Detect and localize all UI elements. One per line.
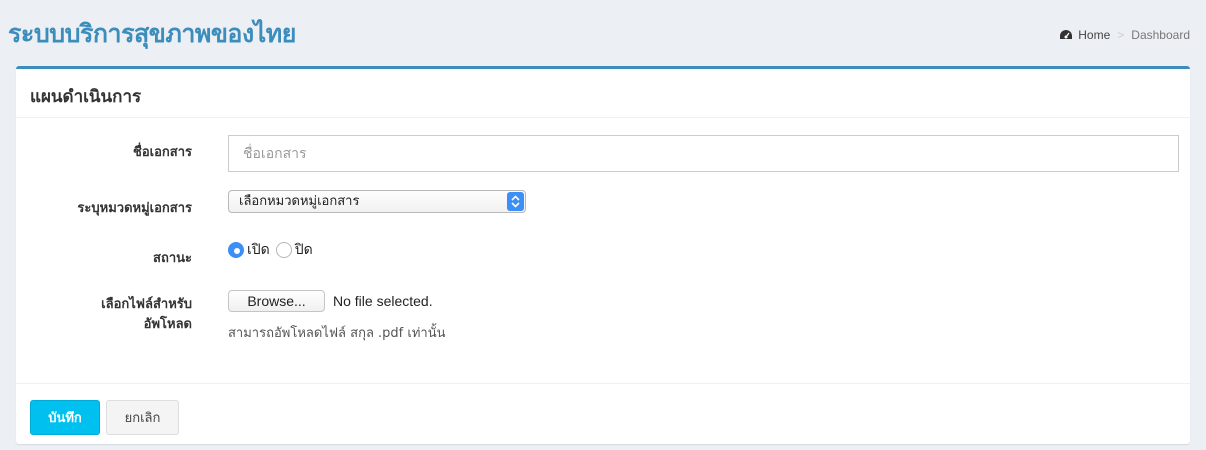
cancel-button[interactable]: ยกเลิก [106, 400, 179, 435]
upload-label: เลือกไฟล์สำหรับ อัพโหลด [22, 295, 192, 335]
doc-name-label: ชื่อเอกสาร [133, 145, 192, 160]
dashboard-icon [1060, 30, 1073, 39]
breadcrumb-current: Dashboard [1131, 28, 1190, 42]
box-footer: บันทึก ยกเลิก [16, 383, 1190, 444]
status-closed-label[interactable]: ปิด [295, 239, 313, 261]
content-header: ระบบบริการสุขภาพของไทย Home > Dashboard [0, 0, 1206, 66]
status-open-radio[interactable] [228, 242, 244, 258]
file-status: No file selected. [333, 293, 433, 309]
box-title: แผนดำเนินการ [30, 87, 142, 107]
doc-name-input[interactable] [228, 135, 1179, 172]
breadcrumb-home-link[interactable]: Home [1078, 28, 1110, 42]
save-button[interactable]: บันทึก [30, 400, 100, 435]
status-closed-radio[interactable] [275, 242, 292, 258]
breadcrumb: Home > Dashboard [1059, 28, 1190, 42]
category-select-value: เลือกหมวดหมู่เอกสาร [239, 194, 360, 209]
upload-label-line2: อัพโหลด [143, 317, 192, 332]
browse-button[interactable]: Browse... [228, 290, 325, 312]
upload-help-text: สามารถอัพโหลดไฟล์ สกุล .pdf เท่านั้น [228, 326, 446, 341]
status-open-label[interactable]: เปิด [247, 239, 270, 261]
status-label: สถานะ [153, 251, 192, 266]
status-radio-group: เปิด ปิด [228, 240, 319, 260]
plan-box: แผนดำเนินการ ชื่อเอกสาร ระบุหมวดหมู่เอกส… [16, 66, 1190, 444]
category-select[interactable]: เลือกหมวดหมู่เอกสาร [228, 190, 526, 213]
page-title: ระบบบริการสุขภาพของไทย [8, 19, 296, 48]
box-header: แผนดำเนินการ [16, 69, 1190, 118]
breadcrumb-separator: > [1117, 28, 1125, 42]
upload-label-line1: เลือกไฟล์สำหรับ [101, 297, 192, 312]
file-input: Browse... No file selected. [228, 290, 433, 312]
category-label: ระบุหมวดหมู่เอกสาร [77, 201, 192, 216]
updown-chevron-icon [507, 192, 524, 211]
